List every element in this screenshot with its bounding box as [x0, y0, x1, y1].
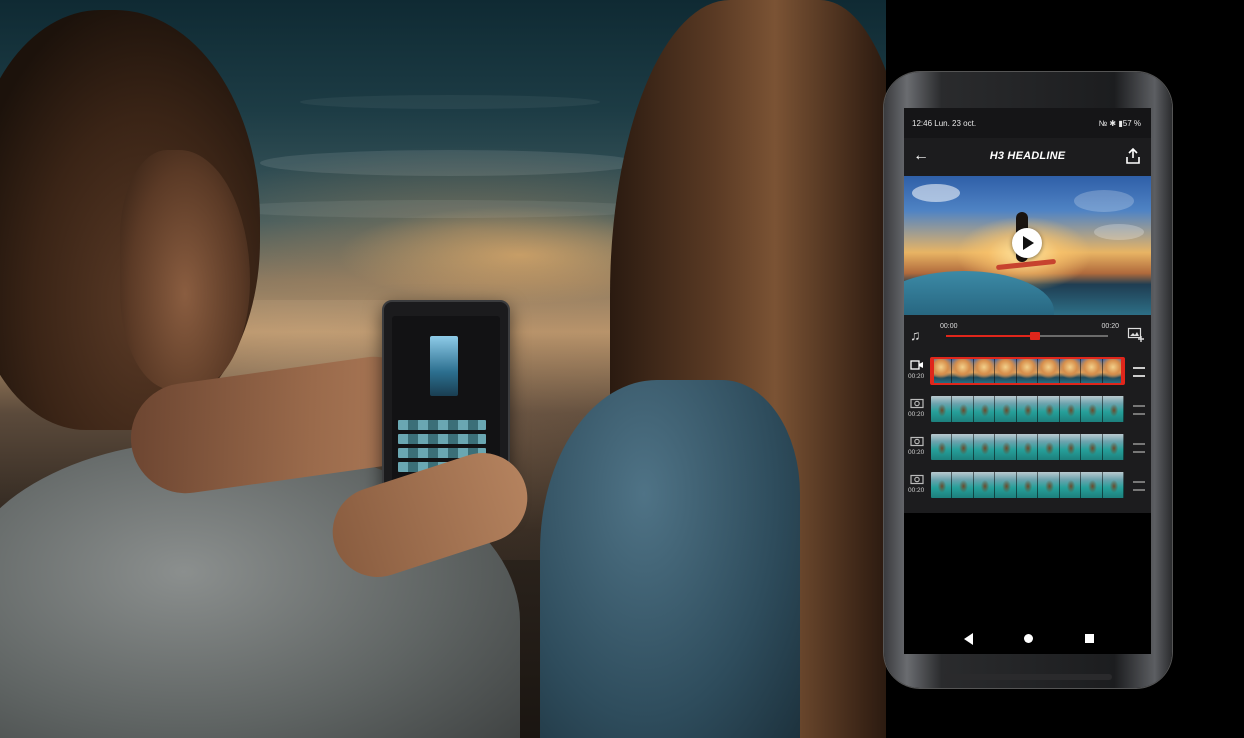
camera-icon: [910, 474, 924, 485]
track-row-photo[interactable]: 00:20: [904, 471, 1151, 501]
video-clip-strip[interactable]: [930, 357, 1125, 385]
drag-handle-icon[interactable]: [1133, 481, 1145, 491]
marketing-composite: 12:46 Lun. 23 oct. № ✱ ▮57 % ← H3 HEADLI…: [0, 0, 1244, 738]
drag-handle-icon[interactable]: [1133, 367, 1145, 377]
track-duration: 00:20: [908, 449, 925, 456]
time-start: 00:00: [940, 323, 958, 330]
track-duration: 00:20: [908, 487, 925, 494]
video-camera-icon: [910, 360, 923, 370]
nav-recents-icon[interactable]: [1085, 634, 1094, 643]
scrub-track[interactable]: [946, 332, 1108, 340]
beach-lifestyle-photo: [0, 0, 886, 738]
photo-clip-strip[interactable]: [931, 434, 1124, 460]
track-row-photo[interactable]: 00:20: [904, 395, 1151, 425]
photo-clip-strip[interactable]: [931, 396, 1124, 422]
scrub-progress: [946, 335, 1036, 337]
track-row-video[interactable]: 00:20: [904, 357, 1151, 387]
photo-clip-strip[interactable]: [931, 472, 1124, 498]
share-button[interactable]: [1123, 146, 1143, 166]
track-row-photo[interactable]: 00:20: [904, 433, 1151, 463]
play-button[interactable]: [1012, 228, 1042, 258]
add-image-button[interactable]: [1127, 325, 1145, 343]
add-music-button[interactable]: ♫: [910, 325, 930, 345]
video-preview[interactable]: [904, 176, 1151, 315]
track-duration: 00:20: [908, 411, 925, 418]
drag-handle-icon[interactable]: [1133, 405, 1145, 415]
camera-icon: [910, 436, 924, 447]
nav-home-icon[interactable]: [1024, 634, 1033, 643]
surfboard: [995, 258, 1057, 271]
time-end: 00:20: [1101, 323, 1119, 330]
woman-shoulder: [540, 380, 800, 738]
image-add-icon: [1127, 327, 1144, 342]
arrow-left-icon: ←: [913, 147, 929, 164]
status-bar: 12:46 Lun. 23 oct. № ✱ ▮57 %: [904, 108, 1151, 138]
clip-track-list: 00:20 00:20 00:20 00:20: [904, 353, 1151, 513]
timeline-scrubber: ♫ 00:00 00:20: [904, 315, 1151, 353]
back-button[interactable]: ←: [912, 147, 930, 165]
share-icon: [1126, 147, 1140, 164]
android-nav-bar: [904, 624, 1151, 654]
status-indicators: № ✱ ▮57 %: [1098, 119, 1141, 128]
status-time: 12:46 Lun. 23 oct.: [912, 119, 977, 128]
music-add-icon: ♫: [910, 327, 921, 343]
nav-back-icon[interactable]: [964, 633, 973, 645]
page-title: H3 HEADLINE: [989, 150, 1066, 162]
track-duration: 00:20: [908, 373, 925, 380]
app-bar: ← H3 HEADLINE: [904, 138, 1151, 176]
camera-icon: [910, 398, 924, 409]
phone-screen: 12:46 Lun. 23 oct. № ✱ ▮57 % ← H3 HEADLI…: [904, 108, 1151, 654]
scrub-handle[interactable]: [1030, 332, 1041, 340]
drag-handle-icon[interactable]: [1133, 443, 1145, 453]
